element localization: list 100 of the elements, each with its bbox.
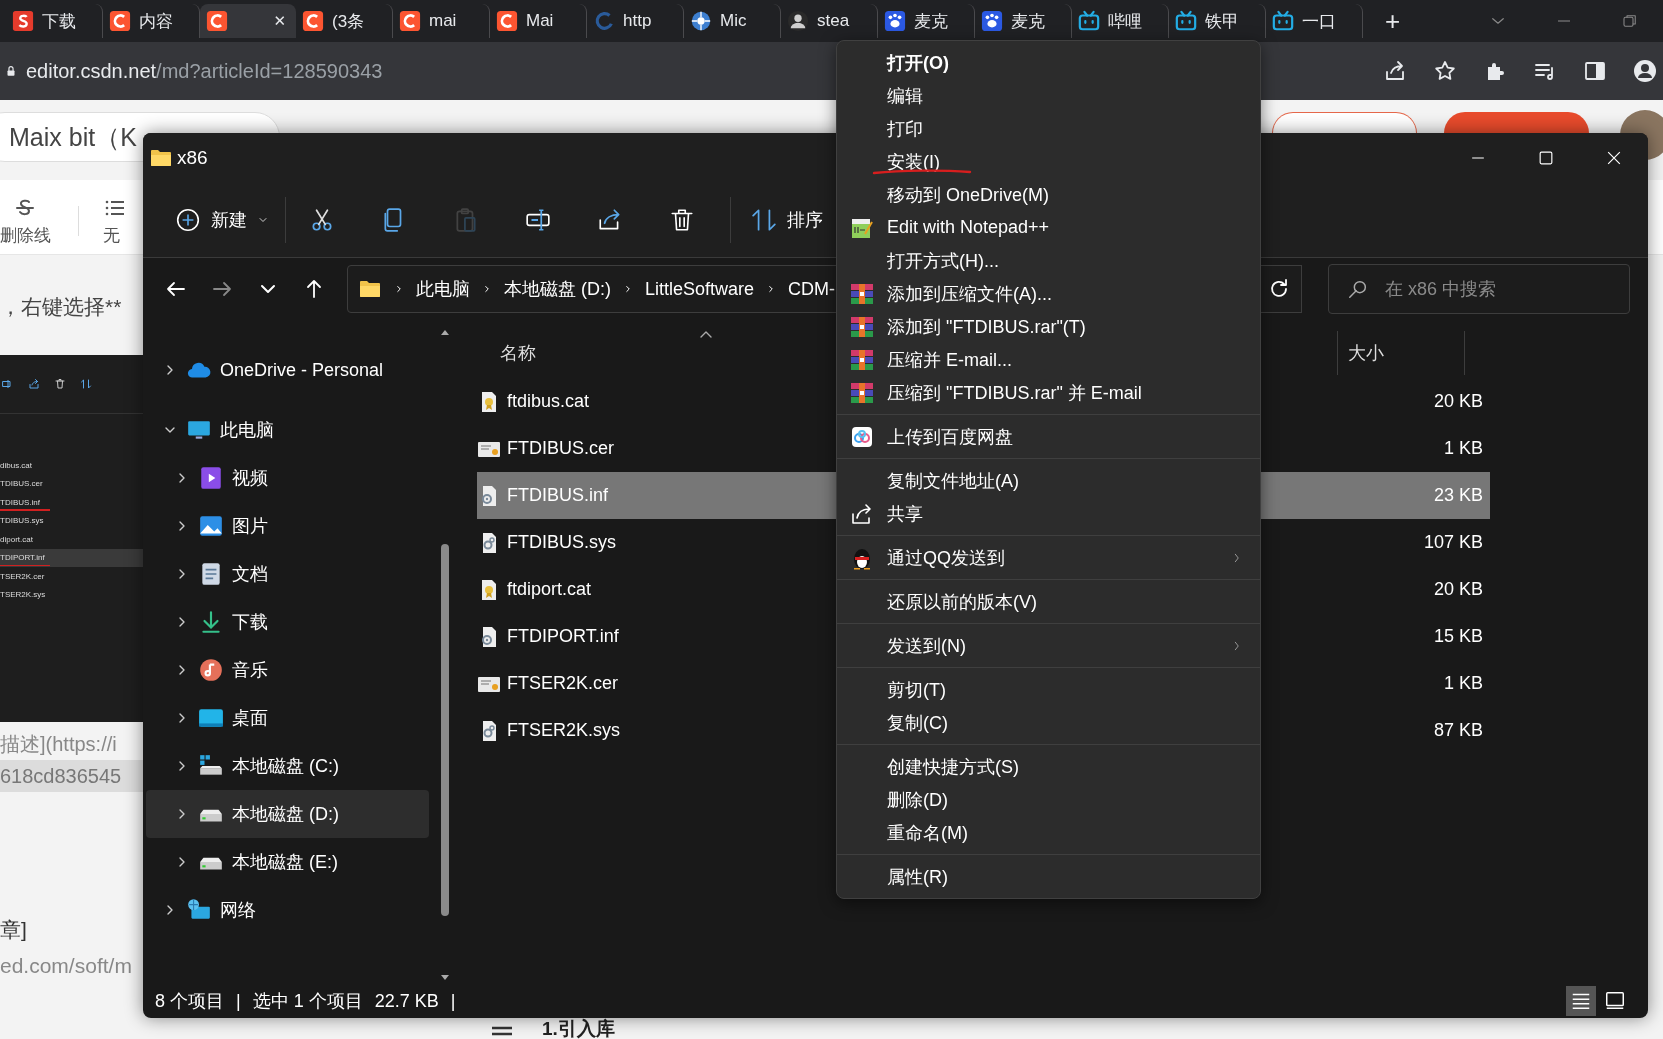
menu-item[interactable]: 编辑 bbox=[837, 79, 1260, 112]
file-size: 107 KB bbox=[1423, 532, 1483, 553]
search-field[interactable]: 在 x86 中搜索 bbox=[1383, 277, 1617, 301]
tab-title: (3条 bbox=[332, 10, 365, 33]
menu-item[interactable]: 打印 bbox=[837, 112, 1260, 145]
browser-tab[interactable]: (3条 bbox=[296, 4, 393, 38]
tab-title: stea bbox=[817, 11, 850, 31]
file-name[interactable]: FTSER2K.sys bbox=[507, 720, 621, 741]
browser-tab[interactable]: 麦克 bbox=[878, 4, 975, 38]
browser-tab[interactable]: stea bbox=[781, 4, 878, 38]
menu-item[interactable]: 压缩并 E-mail... bbox=[837, 343, 1260, 376]
tab-title: 麦克 bbox=[1011, 10, 1045, 33]
file-name: TDIBUS.sys bbox=[0, 516, 45, 526]
menu-item[interactable]: 发送到(N) bbox=[837, 629, 1260, 662]
toolbar-button[interactable]: 删除线 bbox=[0, 195, 54, 247]
tab-title: 麦克 bbox=[914, 10, 948, 33]
breadcrumb-link[interactable]: 本地磁盘 (D:) bbox=[504, 277, 611, 301]
toolbar-button[interactable]: 无 bbox=[103, 195, 137, 247]
menu-item[interactable]: 通过QQ发送到 bbox=[837, 541, 1260, 574]
new-button[interactable]: 新建 bbox=[163, 195, 281, 245]
status-text: 选中 1 个项目 bbox=[252, 990, 363, 1013]
body-text: ed.com/soft/m bbox=[0, 953, 132, 979]
code-text: 618cd836545 bbox=[0, 760, 143, 792]
file-size: 1 KB bbox=[1443, 438, 1483, 459]
tree-item[interactable]: 桌面 bbox=[146, 694, 429, 742]
file-name: TDIBUS.inf bbox=[0, 497, 41, 507]
body-text: 章] bbox=[0, 917, 27, 943]
file-name[interactable]: FTSER2K.cer bbox=[507, 673, 619, 694]
tab-title: Mai bbox=[526, 11, 554, 31]
status-text: | bbox=[450, 990, 456, 1012]
browser-tab[interactable]: http bbox=[587, 4, 684, 38]
menu-item[interactable]: 创建快捷方式(S) bbox=[837, 750, 1260, 783]
file-size: 1 KB bbox=[1443, 673, 1483, 694]
menu-item[interactable]: 复制文件地址(A) bbox=[837, 464, 1260, 497]
menu-item[interactable]: 重命名(M) bbox=[837, 816, 1260, 849]
tree-item[interactable]: 图片 bbox=[146, 502, 429, 550]
browser-tab[interactable]: mai bbox=[393, 4, 490, 38]
file-name[interactable]: FTDIPORT.inf bbox=[507, 626, 619, 647]
browser-tab[interactable]: Mic bbox=[684, 4, 781, 38]
tree-item[interactable]: 此电脑 bbox=[146, 406, 429, 454]
tab-title: 铁甲 bbox=[1205, 10, 1239, 33]
browser-tab[interactable]: 铁甲 bbox=[1169, 4, 1266, 38]
menu-item[interactable]: 打开(O) bbox=[837, 46, 1260, 79]
tree-item[interactable]: 本地磁盘 (C:) bbox=[146, 742, 429, 790]
browser-tab[interactable]: 麦克 bbox=[975, 4, 1072, 38]
tree-item[interactable]: 文档 bbox=[146, 550, 429, 598]
status-text: 8 个项目 bbox=[155, 990, 224, 1013]
menu-item[interactable]: 上传到百度网盘 bbox=[837, 420, 1260, 453]
menu-item[interactable]: Edit with Notepad++ bbox=[837, 211, 1260, 244]
file-name: diport.cat bbox=[0, 534, 34, 544]
browser-tab[interactable]: 下载 bbox=[6, 4, 103, 38]
breadcrumb-link[interactable]: LittleSoftware bbox=[645, 278, 755, 300]
file-name[interactable]: FTDIBUS.inf bbox=[507, 485, 608, 506]
file-name: TSER2K.sys bbox=[0, 590, 47, 600]
url-text[interactable]: editor.csdn.net/md?articleId=128590343 bbox=[26, 59, 383, 83]
tree-item[interactable]: 下载 bbox=[146, 598, 429, 646]
file-name[interactable]: ftdibus.cat bbox=[507, 391, 590, 412]
breadcrumb-link[interactable]: CDM- bbox=[788, 278, 836, 300]
tree-item[interactable]: 网络 bbox=[146, 886, 429, 934]
tree-item[interactable]: OneDrive - Personal bbox=[146, 346, 429, 394]
file-size: 20 KB bbox=[1433, 391, 1483, 412]
breadcrumb-link[interactable]: 此电脑 bbox=[416, 277, 470, 301]
tree-item[interactable]: 本地磁盘 (D:) bbox=[146, 790, 429, 838]
close-icon[interactable]: ✕ bbox=[273, 12, 286, 30]
browser-tab[interactable]: 哔哩 bbox=[1072, 4, 1169, 38]
sort-button[interactable]: 排序 bbox=[739, 195, 835, 245]
file-name[interactable]: FTDIBUS.cer bbox=[507, 438, 614, 459]
file-size: 87 KB bbox=[1433, 720, 1483, 741]
menu-item[interactable]: 还原以前的版本(V) bbox=[837, 585, 1260, 618]
new-tab-button[interactable]: + bbox=[1385, 8, 1401, 34]
menu-item[interactable]: 添加到压缩文件(A)... bbox=[837, 277, 1260, 310]
tree-item[interactable]: 本地磁盘 (E:) bbox=[146, 838, 429, 886]
status-text: 22.7 KB bbox=[374, 990, 439, 1012]
menu-item[interactable]: 剪切(T) bbox=[837, 673, 1260, 706]
tab-title: http bbox=[623, 11, 652, 31]
browser-tab[interactable]: 内容 bbox=[103, 4, 200, 38]
file-size: 15 KB bbox=[1433, 626, 1483, 647]
file-name[interactable]: FTDIBUS.sys bbox=[507, 532, 616, 553]
column-header[interactable]: 大小 bbox=[1338, 340, 1464, 365]
search-box[interactable]: 在 x86 中搜索 bbox=[1328, 264, 1630, 314]
paragraph-text: ，右键选择** bbox=[0, 294, 122, 320]
menu-item[interactable]: 属性(R) bbox=[837, 860, 1260, 893]
tree-item[interactable]: 视频 bbox=[146, 454, 429, 502]
tab-title: 一口 bbox=[1302, 10, 1336, 33]
heading-text: 1.引入库 bbox=[542, 1019, 615, 1038]
menu-item[interactable]: 添加到 "FTDIBUS.rar"(T) bbox=[837, 310, 1260, 343]
browser-tab[interactable]: Mai bbox=[490, 4, 587, 38]
menu-item[interactable]: 复制(C) bbox=[837, 706, 1260, 739]
menu-item[interactable]: 共享 bbox=[837, 497, 1260, 530]
file-size: 23 KB bbox=[1433, 485, 1483, 506]
status-text: | bbox=[236, 990, 241, 1012]
file-name: TDIPORT.inf bbox=[0, 553, 46, 563]
menu-item[interactable]: 删除(D) bbox=[837, 783, 1260, 816]
menu-item[interactable]: 压缩到 "FTDIBUS.rar" 并 E-mail bbox=[837, 376, 1260, 409]
menu-item[interactable]: 移动到 OneDrive(M) bbox=[837, 178, 1260, 211]
code-text: 描述](https://i bbox=[0, 731, 118, 757]
browser-tab[interactable]: ✕ bbox=[200, 4, 296, 38]
file-name[interactable]: ftdiport.cat bbox=[507, 579, 592, 600]
tree-item[interactable]: 音乐 bbox=[146, 646, 429, 694]
browser-tab[interactable]: 一口 bbox=[1266, 4, 1363, 38]
